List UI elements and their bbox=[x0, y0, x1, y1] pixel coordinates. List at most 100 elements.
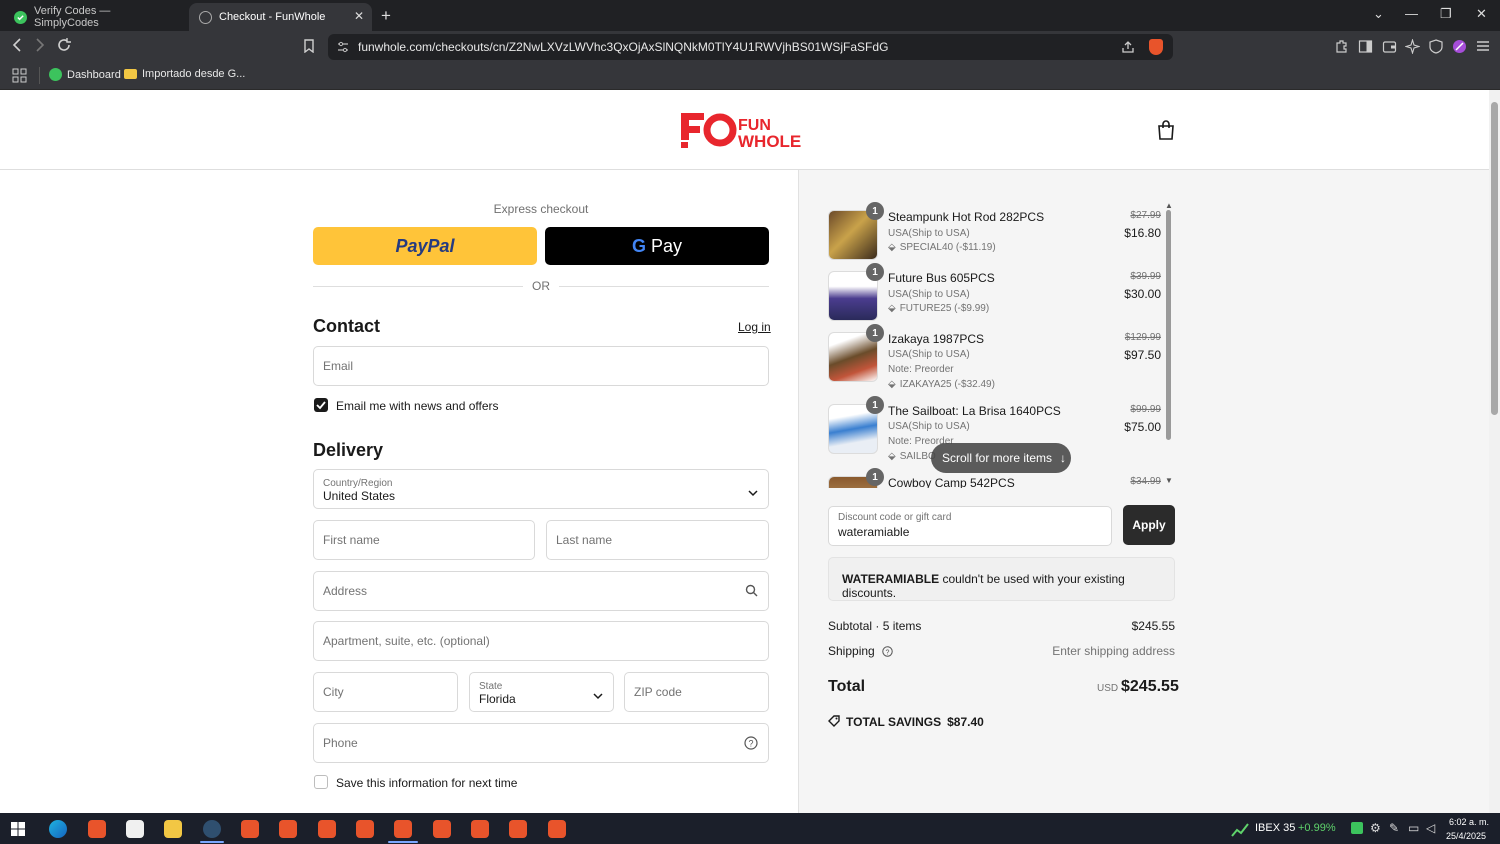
help-circle-icon[interactable]: ? bbox=[882, 646, 893, 660]
zip-field[interactable]: ZIP code bbox=[624, 672, 769, 712]
search-icon[interactable] bbox=[745, 584, 758, 602]
brave-window-icon[interactable] bbox=[433, 820, 451, 838]
discount-code-field[interactable]: Discount code or gift card wateramiable bbox=[828, 506, 1112, 546]
item-shipping: USA(Ship to USA) bbox=[888, 289, 970, 300]
wallet-icon[interactable] bbox=[1382, 39, 1397, 59]
share-icon[interactable] bbox=[1121, 40, 1135, 57]
login-link[interactable]: Log in bbox=[738, 320, 771, 334]
browser-toolbar: funwhole.com/checkouts/cn/Z2NwLXVzLWVhc3… bbox=[0, 31, 1500, 62]
bookmark-folder-imported[interactable]: Importado desde G... bbox=[124, 68, 245, 80]
country-value: United States bbox=[323, 488, 396, 503]
last-name-field[interactable]: Last name bbox=[546, 520, 769, 560]
close-tab-icon[interactable]: ✕ bbox=[354, 9, 364, 23]
svg-text:WHOLE: WHOLE bbox=[738, 132, 801, 150]
newsletter-checkbox[interactable] bbox=[314, 398, 328, 412]
funwhole-logo[interactable]: FUN WHOLE bbox=[680, 112, 810, 151]
savings-value: $87.40 bbox=[947, 715, 984, 729]
menu-icon[interactable] bbox=[1476, 39, 1490, 58]
tag-icon: ⬙ bbox=[888, 303, 896, 314]
items-scrollbar[interactable] bbox=[1166, 210, 1171, 440]
brave-icon[interactable] bbox=[88, 820, 106, 838]
brave-window-icon[interactable] bbox=[241, 820, 259, 838]
rewards-icon[interactable] bbox=[1452, 39, 1467, 59]
apps-grid-icon[interactable] bbox=[12, 68, 27, 88]
total-savings: TOTAL SAVINGS $87.40 bbox=[828, 714, 984, 730]
forward-icon[interactable] bbox=[34, 38, 46, 56]
sidebar-icon[interactable] bbox=[1358, 39, 1373, 59]
bookmark-page-icon[interactable] bbox=[303, 39, 315, 58]
extensions-icon[interactable] bbox=[1334, 39, 1349, 59]
clock-date[interactable]: 25/4/2025 bbox=[1446, 831, 1486, 841]
brave-window-icon[interactable] bbox=[279, 820, 297, 838]
brave-shields-icon[interactable] bbox=[1149, 39, 1163, 55]
shopping-bag-icon[interactable] bbox=[1157, 120, 1175, 145]
first-name-field[interactable]: First name bbox=[313, 520, 535, 560]
tab-funwhole[interactable]: Checkout - FunWhole ✕ bbox=[189, 3, 372, 31]
brave-window-icon[interactable] bbox=[548, 820, 566, 838]
save-info-checkbox[interactable] bbox=[314, 775, 328, 789]
back-icon[interactable] bbox=[11, 38, 23, 56]
tab-search-icon[interactable]: ⌄ bbox=[1373, 6, 1384, 22]
google-pay-button[interactable]: G Pay bbox=[545, 227, 769, 265]
restore-icon[interactable]: ❐ bbox=[1440, 6, 1452, 22]
country-select[interactable]: Country/Region United States bbox=[313, 469, 769, 509]
quantity-badge: 1 bbox=[866, 202, 884, 220]
address-bar[interactable]: funwhole.com/checkouts/cn/Z2NwLXVzLWVhc3… bbox=[328, 34, 1173, 60]
scroll-down-icon[interactable]: ▼ bbox=[1165, 476, 1173, 485]
city-field[interactable]: City bbox=[313, 672, 458, 712]
volume-icon[interactable]: ◁ bbox=[1426, 821, 1435, 835]
vpn-icon[interactable] bbox=[1429, 39, 1443, 59]
site-settings-icon[interactable] bbox=[337, 41, 349, 56]
address-field[interactable]: Address bbox=[313, 571, 769, 611]
address-placeholder: Address bbox=[323, 584, 368, 598]
quantity-badge: 1 bbox=[866, 396, 884, 414]
windows-taskbar: IBEX 35 +0.99% ⚙ ✎ ▭ ◁ 6:02 a. m. 25/4/2… bbox=[0, 813, 1500, 844]
discount-code: SPECIAL40 (-$11.19) bbox=[899, 242, 996, 253]
scroll-up-icon[interactable]: ▲ bbox=[1165, 201, 1173, 210]
paypal-button[interactable]: PayPal bbox=[313, 227, 537, 265]
apply-button[interactable]: Apply bbox=[1123, 505, 1175, 545]
reload-icon[interactable] bbox=[57, 38, 71, 56]
page-scrollbar[interactable] bbox=[1489, 90, 1500, 813]
phone-field[interactable]: Phone ? bbox=[313, 723, 769, 763]
minimize-icon[interactable]: — bbox=[1405, 6, 1418, 21]
first-name-placeholder: First name bbox=[323, 533, 380, 547]
brave-window-icon[interactable] bbox=[394, 820, 412, 838]
tab-simplycodes[interactable]: Verify Codes — SimplyCodes bbox=[4, 3, 186, 31]
active-indicator bbox=[388, 841, 418, 843]
original-price: $129.99 bbox=[1124, 332, 1161, 343]
store-icon[interactable] bbox=[126, 820, 144, 838]
windows-start-icon[interactable] bbox=[11, 822, 25, 841]
network-icon[interactable]: ▭ bbox=[1408, 821, 1419, 835]
page-scroll-thumb[interactable] bbox=[1491, 102, 1498, 415]
tray-app-icon[interactable] bbox=[1351, 822, 1363, 834]
tray-vpn-icon[interactable]: ⚙ bbox=[1370, 821, 1381, 835]
tray-pen-icon[interactable]: ✎ bbox=[1389, 821, 1399, 835]
discount-code: FUTURE25 (-$9.99) bbox=[899, 303, 990, 314]
or-label: OR bbox=[532, 279, 550, 293]
file-explorer-icon[interactable] bbox=[164, 820, 182, 838]
folder-icon bbox=[124, 69, 137, 79]
brave-window-icon[interactable] bbox=[509, 820, 527, 838]
app-icon[interactable] bbox=[203, 820, 221, 838]
state-select[interactable]: State Florida bbox=[469, 672, 614, 712]
brave-window-icon[interactable] bbox=[356, 820, 374, 838]
help-circle-icon[interactable]: ? bbox=[744, 736, 758, 755]
brave-window-icon[interactable] bbox=[471, 820, 489, 838]
edge-icon[interactable] bbox=[49, 820, 67, 838]
apartment-field[interactable]: Apartment, suite, etc. (optional) bbox=[313, 621, 769, 661]
globe-favicon-icon bbox=[199, 10, 212, 24]
leo-ai-icon[interactable] bbox=[1404, 38, 1421, 59]
clock-time[interactable]: 6:02 a. m. bbox=[1449, 817, 1489, 827]
bookmarks-bar: Dashboard Importado desde G... bbox=[0, 62, 1500, 90]
item-name: Izakaya 1987PCS bbox=[888, 332, 985, 346]
scroll-more-button[interactable]: Scroll for more items ↓ bbox=[931, 443, 1071, 473]
bookmark-dashboard[interactable]: Dashboard bbox=[49, 68, 121, 81]
new-tab-icon[interactable]: + bbox=[381, 6, 391, 26]
brave-window-icon[interactable] bbox=[318, 820, 336, 838]
shipping-label: Shipping bbox=[828, 644, 875, 658]
email-field[interactable]: Email bbox=[313, 346, 769, 386]
stock-chart-icon[interactable] bbox=[1231, 821, 1249, 842]
subtotal-row: Subtotal · 5 items $245.55 bbox=[828, 619, 1175, 633]
window-close-icon[interactable]: ✕ bbox=[1476, 6, 1487, 22]
